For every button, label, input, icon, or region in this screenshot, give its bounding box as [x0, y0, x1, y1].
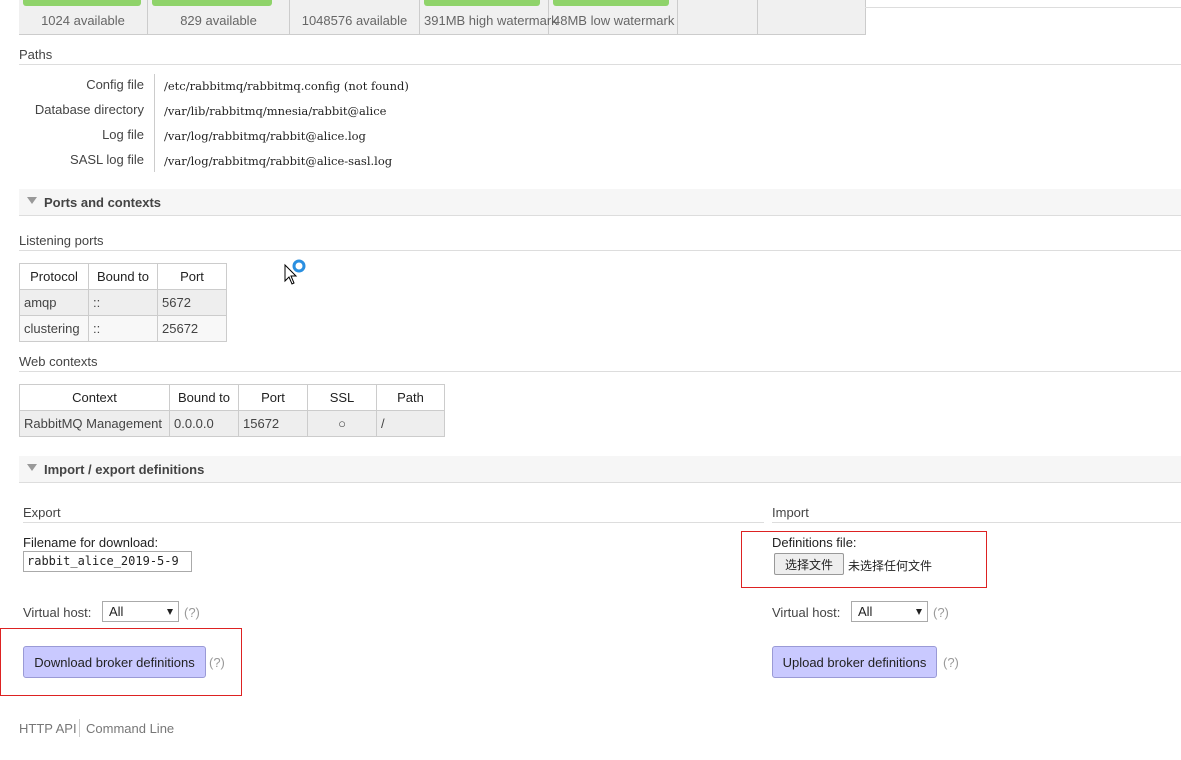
sasl-log-file-label: SASL log file — [70, 152, 144, 167]
export-vhost-label: Virtual host: — [23, 605, 92, 620]
export-heading: Export — [23, 505, 61, 520]
upload-definitions-button[interactable]: Upload broker definitions — [772, 646, 937, 678]
ports-contexts-title: Ports and contexts — [44, 195, 162, 210]
protocol-cell: clustering — [19, 315, 89, 342]
ssl-cell: ○ — [307, 410, 377, 437]
socket-descriptors-label: 829 available — [180, 13, 257, 28]
column-header-context: Context — [19, 384, 170, 411]
socket-descriptors-bar — [152, 0, 272, 6]
download-help[interactable]: (?) — [209, 655, 225, 670]
no-file-chosen-text: 未选择任何文件 — [848, 559, 933, 573]
bound-to-cell: :: — [88, 315, 158, 342]
log-file-value: /var/log/rabbitmq/rabbit@alice.log — [164, 129, 366, 143]
node-stats-strip: 1024 available 829 available 1048576 ava… — [19, 0, 866, 35]
import-heading: Import — [772, 505, 809, 520]
table-row: clustering :: 25672 — [19, 315, 227, 342]
choose-file-button[interactable]: 选择文件 — [774, 553, 844, 575]
import-vhost-select[interactable]: All — [851, 601, 928, 622]
import-divider — [772, 522, 1181, 523]
socket-descriptors-stat: 829 available — [148, 0, 290, 34]
import-vhost-label: Virtual host: — [772, 605, 841, 620]
file-descriptors-stat: 1024 available — [19, 0, 148, 34]
config-file-value: /etc/rabbitmq/rabbitmq.config (not found… — [164, 79, 409, 93]
listening-ports-table: Protocol Bound to Port amqp :: 5672 clus… — [19, 263, 227, 342]
listening-ports-divider — [19, 250, 1181, 251]
memory-bar — [424, 0, 540, 6]
paths-separator — [154, 74, 155, 172]
column-header-bound-to: Bound to — [88, 263, 158, 290]
column-header-protocol: Protocol — [19, 263, 89, 290]
disk-space-stat: 48MB low watermark — [549, 0, 678, 34]
listening-ports-heading: Listening ports — [19, 233, 104, 248]
column-header-ssl: SSL — [307, 384, 377, 411]
dropdown-arrow-icon — [916, 609, 922, 615]
file-descriptors-label: 1024 available — [41, 13, 125, 28]
protocol-cell: amqp — [19, 289, 89, 316]
filename-label: Filename for download: — [23, 535, 159, 550]
port-cell: 25672 — [157, 315, 227, 342]
import-vhost-value: All — [858, 604, 873, 619]
table-row: RabbitMQ Management 0.0.0.0 15672 ○ / — [19, 410, 445, 437]
file-descriptors-bar — [23, 0, 141, 6]
column-header-port: Port — [157, 263, 227, 290]
erlang-processes-label: 1048576 available — [301, 13, 408, 28]
dropdown-arrow-icon — [167, 609, 173, 615]
database-directory-label: Database directory — [34, 102, 144, 117]
download-definitions-button[interactable]: Download broker definitions — [23, 646, 206, 678]
filename-input[interactable]: rabbit_alice_2019-5-9 — [23, 551, 192, 572]
column-header-path: Path — [376, 384, 445, 411]
table-header-row: Context Bound to Port SSL Path — [19, 384, 445, 411]
export-vhost-value: All — [109, 604, 124, 619]
paths-heading: Paths — [19, 47, 53, 62]
bound-to-cell: :: — [88, 289, 158, 316]
sasl-log-file-value: /var/log/rabbitmq/rabbit@alice-sasl.log — [164, 154, 393, 168]
upload-help[interactable]: (?) — [943, 655, 959, 670]
export-vhost-select[interactable]: All — [102, 601, 179, 622]
port-cell: 5672 — [157, 289, 227, 316]
memory-stat: 391MB high watermark — [420, 0, 558, 34]
web-contexts-heading: Web contexts — [19, 354, 98, 369]
definitions-file-label: Definitions file: — [772, 535, 857, 550]
collapse-triangle-icon — [27, 197, 37, 204]
disk-space-bar — [553, 0, 669, 6]
column-header-port: Port — [238, 384, 308, 411]
config-file-label: Config file — [86, 77, 144, 92]
import-vhost-help[interactable]: (?) — [933, 605, 949, 620]
export-vhost-help[interactable]: (?) — [184, 605, 200, 620]
log-file-label: Log file — [102, 127, 144, 142]
filename-input-value: rabbit_alice_2019-5-9 — [27, 554, 179, 568]
web-contexts-table: Context Bound to Port SSL Path RabbitMQ … — [19, 384, 445, 437]
table-header-row: Protocol Bound to Port — [19, 263, 227, 290]
context-cell: RabbitMQ Management — [19, 410, 170, 437]
path-cell: / — [376, 410, 445, 437]
http-api-link[interactable]: HTTP API — [19, 721, 77, 736]
import-export-header[interactable]: Import / export definitions — [19, 456, 1181, 483]
import-export-title: Import / export definitions — [44, 462, 205, 477]
command-line-link[interactable]: Command Line — [86, 721, 174, 736]
ports-contexts-header[interactable]: Ports and contexts — [19, 189, 1181, 216]
erlang-processes-stat: 1048576 available — [290, 0, 420, 34]
web-contexts-divider — [19, 371, 1181, 372]
busy-cursor-icon — [284, 259, 306, 285]
bound-to-cell: 0.0.0.0 — [169, 410, 239, 437]
memory-label: 391MB high watermark — [424, 13, 558, 28]
top-divider — [865, 7, 1181, 8]
export-divider — [23, 522, 764, 523]
collapse-triangle-icon — [27, 464, 37, 471]
empty-stat-1 — [678, 0, 758, 34]
footer-separator — [79, 719, 80, 737]
disk-space-label: 48MB low watermark — [553, 13, 675, 28]
port-cell: 15672 — [238, 410, 308, 437]
column-header-bound-to: Bound to — [169, 384, 239, 411]
table-row: amqp :: 5672 — [19, 289, 227, 316]
paths-divider — [19, 64, 1181, 65]
database-directory-value: /var/lib/rabbitmq/mnesia/rabbit@alice — [164, 104, 387, 118]
